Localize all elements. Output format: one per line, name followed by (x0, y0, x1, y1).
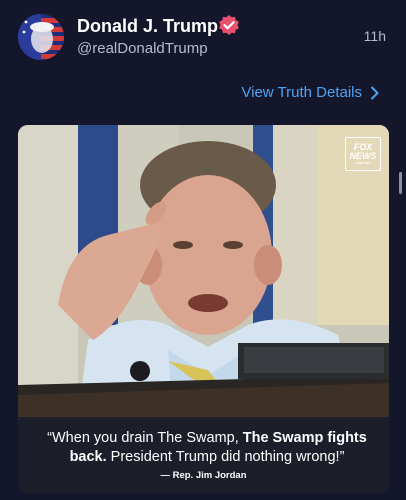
post-header: Donald J. Trump @realDonaldTrump 11h (0, 0, 406, 70)
photo (18, 125, 389, 417)
avatar-image (18, 14, 64, 60)
verified-badge-icon (219, 15, 239, 35)
user-handle[interactable]: @realDonaldTrump (77, 40, 208, 57)
scrollbar[interactable] (399, 172, 402, 194)
post-media-image[interactable]: FOX NEWS channel “When you drain The Swa… (18, 125, 389, 493)
quote-text: “When you drain The Swamp, The Swamp fig… (47, 430, 367, 465)
post-timestamp: 11h (363, 28, 386, 44)
display-name[interactable]: Donald J. Trump (77, 16, 218, 37)
chevron-right-icon (371, 86, 379, 99)
fox-news-logo: FOX NEWS channel (345, 137, 381, 171)
quote-attribution: — Rep. Jim Jordan (160, 470, 247, 481)
view-truth-details-label: View Truth Details (241, 84, 362, 101)
view-truth-details-link[interactable]: View Truth Details (241, 84, 380, 101)
avatar[interactable] (18, 14, 64, 60)
